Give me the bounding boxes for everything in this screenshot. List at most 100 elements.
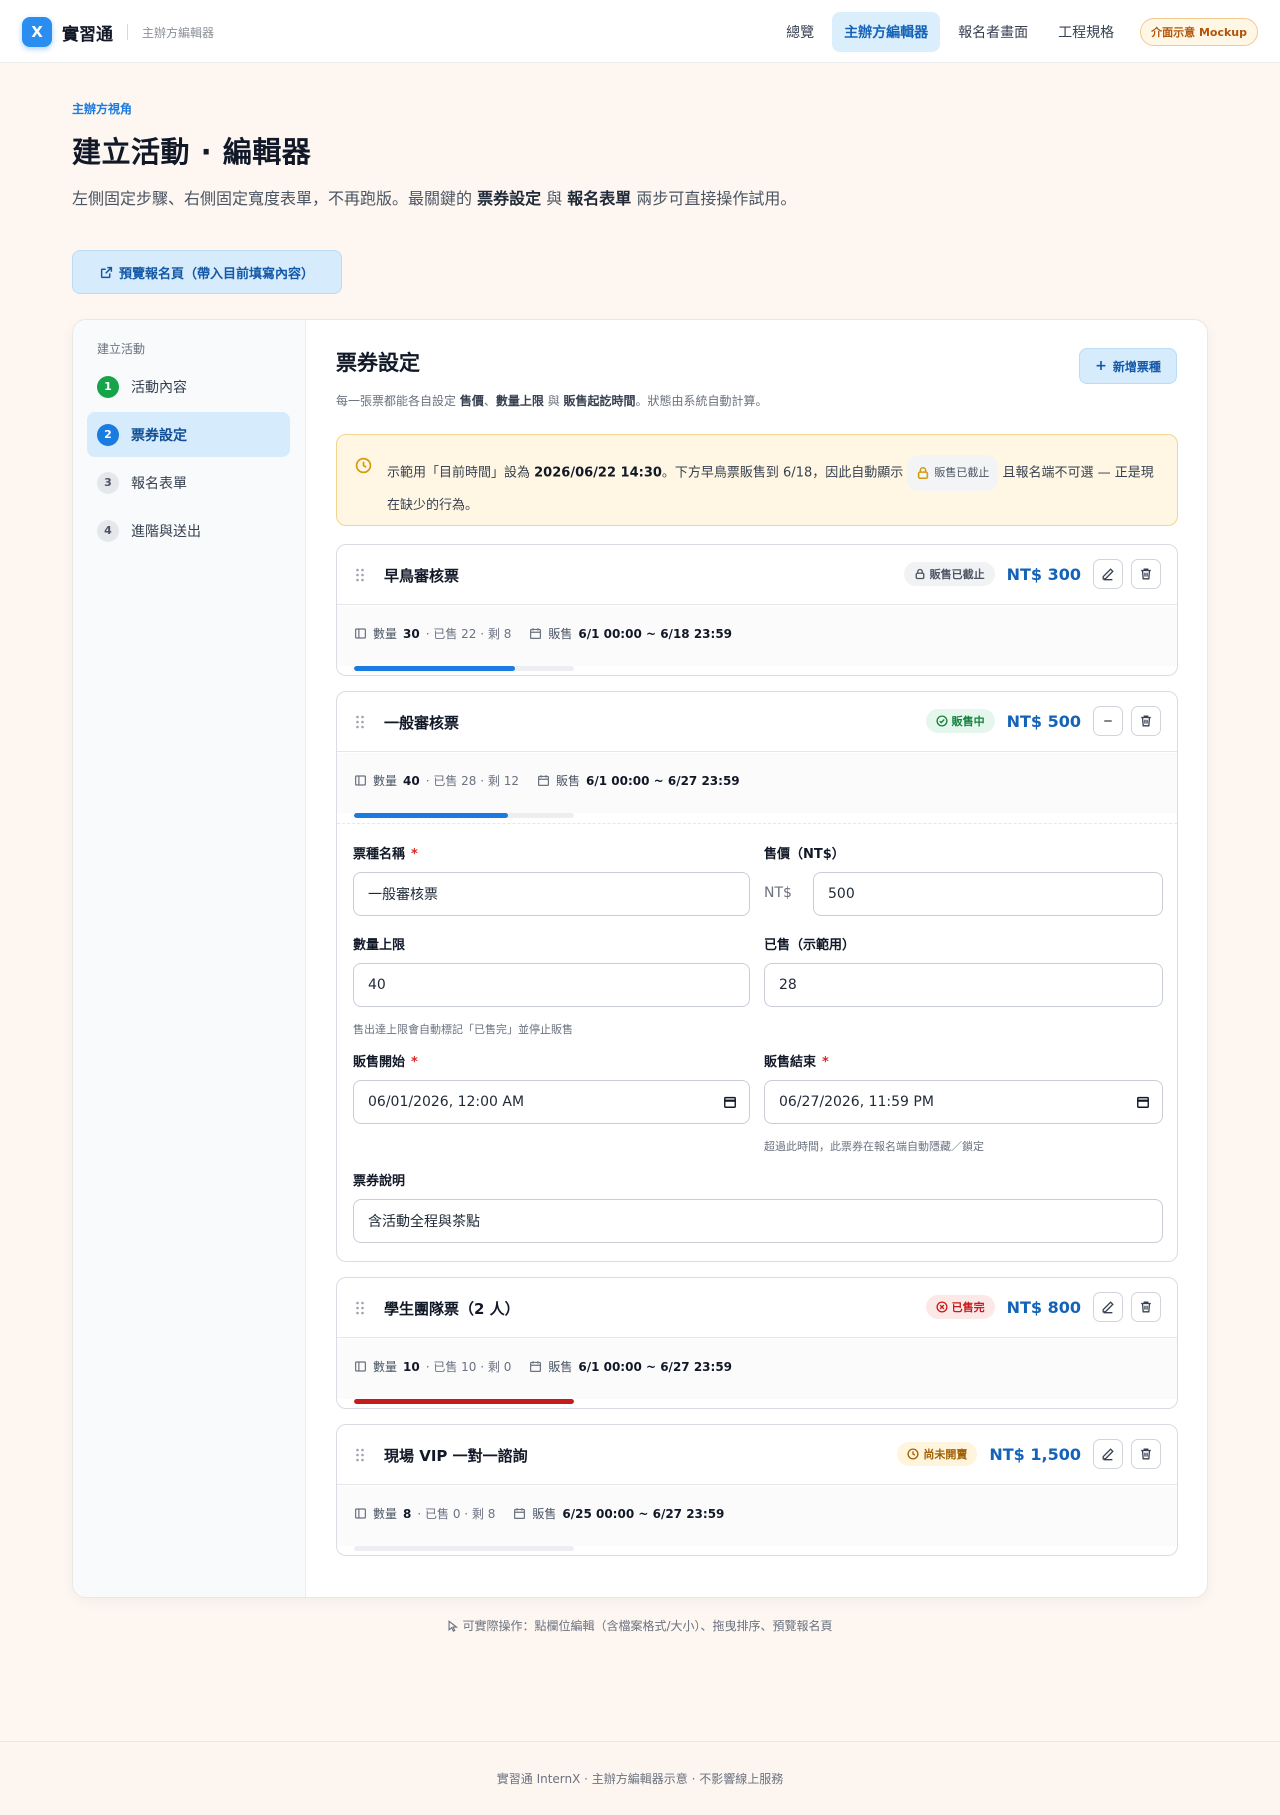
- step-advanced-submit[interactable]: 4 進階與送出: [87, 508, 290, 553]
- nav-engineering-spec[interactable]: 工程規格: [1046, 12, 1126, 52]
- step-label: 進階與送出: [131, 523, 201, 540]
- sale-label: 販售: [532, 1507, 557, 1521]
- ticket-price: NT$ 800: [1006, 1297, 1081, 1317]
- step-ticket-settings[interactable]: 2 票券設定: [87, 412, 290, 457]
- ticket-card-student-team[interactable]: 學生團隊票（2 人） 已售完 NT$ 800 數量 10 · 已售 10 · 剩 0…: [336, 1277, 1178, 1409]
- ticket-card-vip[interactable]: 現場 VIP 一對一諮詢 尚未開賣 NT$ 1,500 數量 8 · 已售 0 · …: [336, 1424, 1178, 1556]
- ticket-card-early-bird[interactable]: 早鳥審核票 販售已截止 NT$ 300 數量 30 · 已售 22 · 剩 8 販售…: [336, 544, 1178, 676]
- sale-period: 6/1 00:00 ~ 6/27 23:59: [585, 773, 740, 788]
- desc-text: 兩步可直接操作試用。: [631, 189, 797, 208]
- edit-button[interactable]: [1093, 559, 1123, 589]
- closed-pill: 販售已截止: [907, 455, 999, 491]
- sale-period: 6/25 00:00 ~ 6/27 23:59: [562, 1506, 725, 1521]
- nav-overview[interactable]: 總覽: [774, 12, 826, 52]
- ticket-actions: 已售完 NT$ 800: [925, 1292, 1161, 1322]
- nav-organizer-editor[interactable]: 主辦方編輯器: [832, 12, 941, 52]
- brand-subtitle: 主辦方編輯器: [142, 25, 215, 40]
- status-badge: 尚未開賣: [897, 1442, 978, 1466]
- ticket-name-input[interactable]: 一般審核票: [353, 872, 750, 916]
- ticket-price: NT$ 500: [1006, 711, 1081, 731]
- page-description: 左側固定步驟、右側固定寬度表單，不再跑版。最關鍵的 票券設定 與 報名表單 兩步…: [72, 185, 802, 212]
- step-registration-form[interactable]: 3 報名表單: [87, 460, 290, 505]
- nav-registrant-view[interactable]: 報名者畫面: [946, 12, 1040, 52]
- notice-part: 示範用「目前時間」設為: [387, 465, 535, 481]
- desc-text: 與: [543, 394, 564, 408]
- add-ticket-label: 新增票種: [1112, 359, 1161, 374]
- meta-row: 數量 10 · 已售 10 · 剩 0 販售 6/1 00:00 ~ 6/27 23:…: [354, 1358, 732, 1375]
- ticket-name: 早鳥審核票: [384, 567, 460, 585]
- sale-start-input[interactable]: 06/01/2026, 12:00 AM: [353, 1080, 750, 1124]
- step-label: 報名表單: [131, 475, 187, 492]
- ticket-header: 早鳥審核票 販售已截止 NT$ 300: [337, 545, 1177, 605]
- drag-handle-icon[interactable]: [355, 1447, 365, 1463]
- delete-button[interactable]: [1131, 706, 1161, 736]
- ticket-meta: 數量 8 · 已售 0 · 剩 8 販售 6/25 00:00 ~ 6/27 23:5…: [337, 1486, 1177, 1546]
- sale-end-value: 06/27/2026, 11:59 PM: [779, 1094, 934, 1110]
- brand[interactable]: X 實習通 主辦方編輯器: [22, 17, 214, 47]
- drag-handle-icon[interactable]: [355, 567, 365, 583]
- delete-button[interactable]: [1131, 1439, 1161, 1469]
- ticket-actions: 販售已截止 NT$ 300: [903, 559, 1161, 589]
- sale-label: 販售: [548, 627, 573, 641]
- hero: 主辦方視角 建立活動 · 編輯器 左側固定步驟、右側固定寬度表單，不再跑版。最關…: [72, 100, 832, 212]
- interaction-hint: 可實際操作：點欄位編輯（含檔案格式/大小）、拖曳排序、預覽報名頁: [0, 1617, 1280, 1634]
- desc-text: 與: [541, 189, 568, 208]
- delete-button[interactable]: [1131, 1292, 1161, 1322]
- sold-input[interactable]: 28: [764, 963, 1163, 1007]
- ticket-price: NT$ 300: [1006, 564, 1081, 584]
- calendar-icon: [530, 1361, 542, 1372]
- ticket-name: 學生團隊票（2 人）: [384, 1300, 520, 1318]
- desc-text: 每一張票都能各自設定: [336, 394, 460, 408]
- pencil-icon: [1102, 1448, 1114, 1461]
- sold-info: · 已售 22 · 剩 8: [425, 627, 512, 641]
- step-sidebar: 建立活動 1 活動內容 2 票券設定 3 報名表單 4 進階與送出: [73, 320, 306, 1597]
- sold-label: 已售（示範用）: [764, 938, 856, 953]
- add-ticket-button[interactable]: + 新增票種: [1079, 348, 1177, 384]
- sold-progress-bar: [354, 1399, 574, 1404]
- desc-text: 。狀態由系統自動計算。: [635, 394, 768, 408]
- drag-handle-icon[interactable]: [355, 1300, 365, 1316]
- ticket-icon: [355, 628, 366, 639]
- step-number: 2: [97, 423, 119, 446]
- ticket-desc-input[interactable]: 含活動全程與茶點: [353, 1199, 1163, 1243]
- notice-text: 示範用「目前時間」設為 2026/06/22 14:30。下方早鳥票販售到 6/…: [387, 455, 1157, 521]
- calendar-picker-icon[interactable]: [1136, 1095, 1150, 1109]
- price-label: 售價（NT$）: [764, 847, 845, 862]
- desc-text: 、: [483, 394, 496, 408]
- step-event-content[interactable]: 1 活動內容: [87, 364, 290, 409]
- ticket-meta: 數量 30 · 已售 22 · 剩 8 販售 6/1 00:00 ~ 6/18 23:…: [337, 606, 1177, 666]
- qty-value: 40: [403, 773, 420, 788]
- ticket-desc-label: 票券說明: [353, 1174, 406, 1189]
- required-mark: *: [411, 1055, 418, 1070]
- ticket-header: 一般審核票 販售中 NT$ 500: [337, 692, 1177, 752]
- ticket-icon: [355, 1361, 366, 1372]
- edit-button[interactable]: [1093, 1439, 1123, 1469]
- trash-icon: [1141, 1301, 1151, 1313]
- meta-row: 數量 8 · 已售 0 · 剩 8 販售 6/25 00:00 ~ 6/27 23:5…: [354, 1505, 724, 1522]
- pencil-icon: [1102, 568, 1114, 581]
- trash-icon: [1141, 568, 1151, 580]
- calendar-picker-icon[interactable]: [723, 1095, 737, 1109]
- preview-registration-button[interactable]: 預覽報名頁（帶入目前填寫內容）: [72, 250, 342, 294]
- x-circle-icon: [936, 1301, 948, 1313]
- edit-button[interactable]: [1093, 1292, 1123, 1322]
- required-mark: *: [411, 847, 418, 862]
- eyebrow: 主辦方視角: [72, 102, 133, 116]
- sale-period: 6/1 00:00 ~ 6/18 23:59: [578, 626, 733, 641]
- ticket-actions: 尚未開賣 NT$ 1,500: [897, 1439, 1161, 1469]
- delete-button[interactable]: [1131, 559, 1161, 589]
- price-input[interactable]: 500: [813, 872, 1163, 916]
- sold-progress-bar: [354, 813, 574, 818]
- page-title: 建立活動 · 編輯器: [72, 135, 312, 169]
- step-number: 1: [97, 375, 119, 398]
- sale-end-input[interactable]: 06/27/2026, 11:59 PM: [764, 1080, 1163, 1124]
- status-label: 販售已截止: [929, 568, 985, 581]
- step-label: 票券設定: [131, 427, 187, 444]
- plus-icon: +: [1095, 358, 1107, 374]
- drag-handle-icon[interactable]: [355, 714, 365, 730]
- sidebar-title: 建立活動: [97, 342, 146, 356]
- ticket-name-label: 票種名稱 *: [353, 843, 418, 862]
- ticket-card-general[interactable]: 一般審核票 販售中 NT$ 500 數量 40 · 已售 28 · 剩 12 販售 6…: [336, 691, 1178, 1262]
- qty-limit-input[interactable]: 40: [353, 963, 750, 1007]
- collapse-button[interactable]: [1093, 706, 1123, 736]
